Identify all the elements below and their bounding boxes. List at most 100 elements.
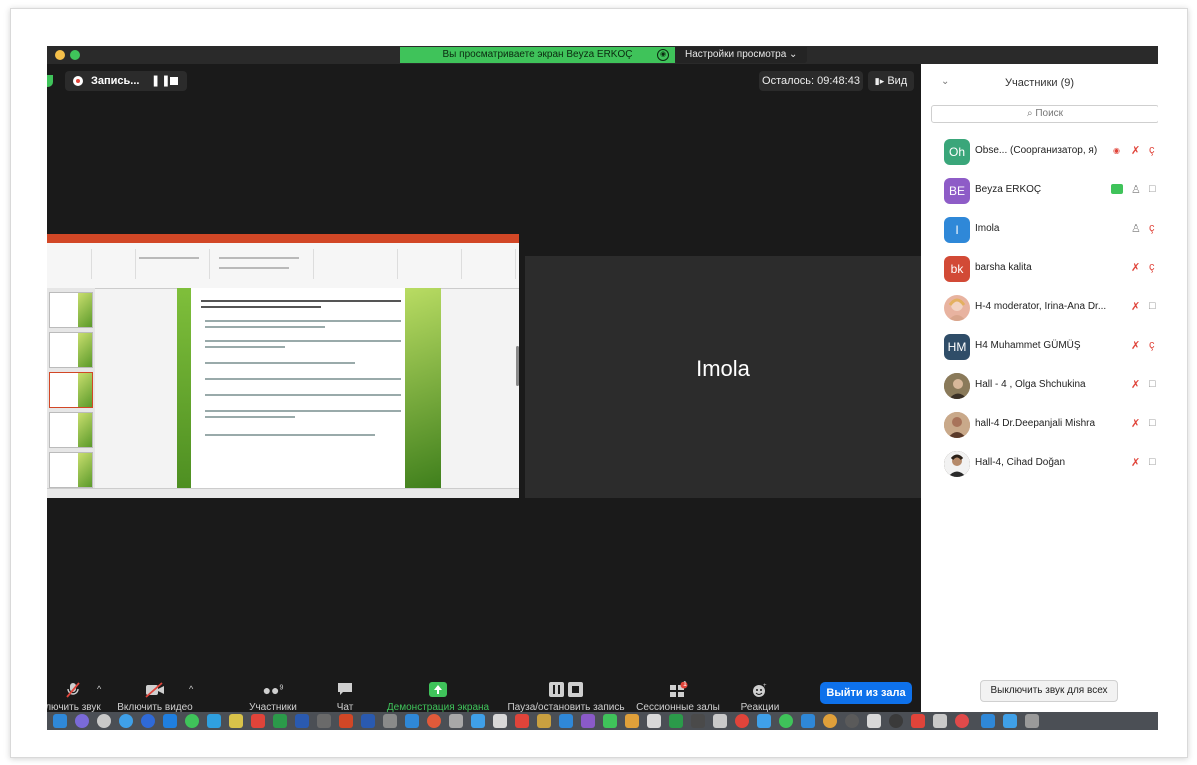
video-icon[interactable]: □: [1149, 417, 1156, 429]
app-icon[interactable]: [449, 714, 463, 728]
mic-muted-icon[interactable]: ✗: [1131, 378, 1140, 391]
participant-row[interactable]: bk barsha kalita ✗ ç: [921, 250, 1158, 288]
participant-row[interactable]: I Imola ♙ ç: [921, 211, 1158, 249]
view-button[interactable]: ▮▸ Вид: [868, 71, 914, 91]
video-off-icon[interactable]: ç: [1149, 144, 1155, 156]
participant-name: Beyza ERKOÇ: [975, 184, 1042, 195]
browser-icon[interactable]: [141, 714, 155, 728]
app-icon[interactable]: [603, 714, 617, 728]
participant-row[interactable]: Hall-4, Cihad Doğan ✗ □: [921, 445, 1158, 483]
screen-sharing-icon: [1111, 184, 1123, 194]
recording-status-icon: ◉: [1113, 146, 1120, 155]
video-off-icon[interactable]: ç: [1149, 261, 1155, 273]
participant-row[interactable]: Oh Obse... (Соорганизатор, я) ◉ ✗ ç: [921, 133, 1158, 171]
app-icon[interactable]: [779, 714, 793, 728]
participant-row[interactable]: BE Beyza ERKOÇ ♙ □: [921, 172, 1158, 210]
zoom-window-icon[interactable]: [70, 50, 80, 60]
leave-room-button[interactable]: Выйти из зала: [820, 682, 912, 704]
participants-panel-title: Участники (9): [1004, 77, 1075, 89]
app-icon[interactable]: [867, 714, 881, 728]
app-icon[interactable]: [625, 714, 639, 728]
video-icon[interactable]: □: [1149, 300, 1156, 312]
app-icon[interactable]: [493, 714, 507, 728]
app-icon[interactable]: [801, 714, 815, 728]
app-icon[interactable]: [955, 714, 969, 728]
app-icon[interactable]: [757, 714, 771, 728]
mic-icon[interactable]: ♙: [1131, 183, 1141, 196]
safari-icon[interactable]: [119, 714, 133, 728]
avatar: BE: [944, 178, 970, 204]
app-icon[interactable]: [889, 714, 903, 728]
split-view-handle[interactable]: [516, 346, 519, 386]
app-icon[interactable]: [735, 714, 749, 728]
calendar-icon[interactable]: [251, 714, 265, 728]
macos-dock: [47, 712, 1158, 730]
video-icon[interactable]: □: [1149, 378, 1156, 390]
zoom-window: Вы просматриваете экран Beyza ERKOÇ ◉ На…: [47, 46, 1158, 730]
zoom-app-icon[interactable]: [163, 714, 177, 728]
mic-muted-icon[interactable]: ✗: [1131, 261, 1140, 274]
downloads-folder-icon[interactable]: [981, 714, 995, 728]
chat-icon: [337, 682, 353, 699]
siri-icon[interactable]: [75, 714, 89, 728]
participants-search-input[interactable]: ⌕ Поиск: [931, 105, 1158, 123]
audio-options-chevron-icon[interactable]: ^: [97, 684, 101, 694]
video-icon[interactable]: □: [1149, 183, 1156, 195]
search-icon: ⌕: [1026, 108, 1033, 119]
app-icon[interactable]: [405, 714, 419, 728]
app-icon[interactable]: [361, 714, 375, 728]
video-icon[interactable]: □: [1149, 456, 1156, 468]
app-icon[interactable]: [581, 714, 595, 728]
video-off-icon[interactable]: ç: [1149, 339, 1155, 351]
participant-row[interactable]: HM H4 Muhammet GÜMÜŞ ✗ ç: [921, 328, 1158, 366]
search-placeholder: Поиск: [1035, 108, 1064, 119]
avatar: [944, 373, 970, 399]
chrome-icon[interactable]: [427, 714, 441, 728]
mute-all-button[interactable]: Выключить звук для всех: [980, 680, 1118, 702]
participants-icon: ●●9: [262, 682, 284, 698]
app-icon[interactable]: [669, 714, 683, 728]
finder-icon[interactable]: [53, 714, 67, 728]
pause-recording-icon[interactable]: ❚❚: [151, 71, 171, 91]
skype-icon[interactable]: [207, 714, 221, 728]
app-icon[interactable]: [383, 714, 397, 728]
app-icon[interactable]: [647, 714, 661, 728]
app-icon[interactable]: [911, 714, 925, 728]
powerpoint-status-bar: [47, 488, 519, 498]
trash-icon[interactable]: [1025, 714, 1039, 728]
participant-row[interactable]: H-4 moderator, Irina-Ana Dr... ✗ □: [921, 289, 1158, 327]
excel-icon[interactable]: [273, 714, 287, 728]
launchpad-icon[interactable]: [97, 714, 111, 728]
word-icon[interactable]: [295, 714, 309, 728]
mic-muted-icon[interactable]: ✗: [1131, 300, 1140, 313]
app-icon[interactable]: [317, 714, 331, 728]
minimize-window-icon[interactable]: [55, 50, 65, 60]
app-icon[interactable]: [823, 714, 837, 728]
mic-muted-icon[interactable]: ✗: [1131, 339, 1140, 352]
video-off-icon[interactable]: ç: [1149, 222, 1155, 234]
app-icon[interactable]: [933, 714, 947, 728]
video-options-chevron-icon[interactable]: ^: [189, 684, 193, 694]
view-settings-button[interactable]: Настройки просмотра ⌄: [675, 47, 808, 63]
app-icon[interactable]: [559, 714, 573, 728]
app-icon[interactable]: [713, 714, 727, 728]
notes-icon[interactable]: [229, 714, 243, 728]
app-icon[interactable]: [845, 714, 859, 728]
shared-screen-content[interactable]: [47, 234, 519, 498]
participant-row[interactable]: Hall - 4 , Olga Shchukina ✗ □: [921, 367, 1158, 405]
mic-muted-icon[interactable]: ✗: [1131, 417, 1140, 430]
participant-row[interactable]: hall-4 Dr.Deepanjali Mishra ✗ □: [921, 406, 1158, 444]
stop-recording-icon[interactable]: [170, 77, 178, 85]
messages-icon[interactable]: [185, 714, 199, 728]
mic-muted-icon[interactable]: ✗: [1131, 456, 1140, 469]
mic-muted-icon[interactable]: ✗: [1131, 144, 1140, 157]
powerpoint-icon[interactable]: [339, 714, 353, 728]
participant-name: Hall-4, Cihad Doğan: [975, 457, 1066, 468]
app-icon[interactable]: [515, 714, 529, 728]
mic-icon[interactable]: ♙: [1131, 222, 1141, 235]
app-icon[interactable]: [471, 714, 485, 728]
app-icon[interactable]: [537, 714, 551, 728]
svg-text:+: +: [763, 683, 767, 689]
documents-folder-icon[interactable]: [1003, 714, 1017, 728]
app-icon[interactable]: [691, 714, 705, 728]
